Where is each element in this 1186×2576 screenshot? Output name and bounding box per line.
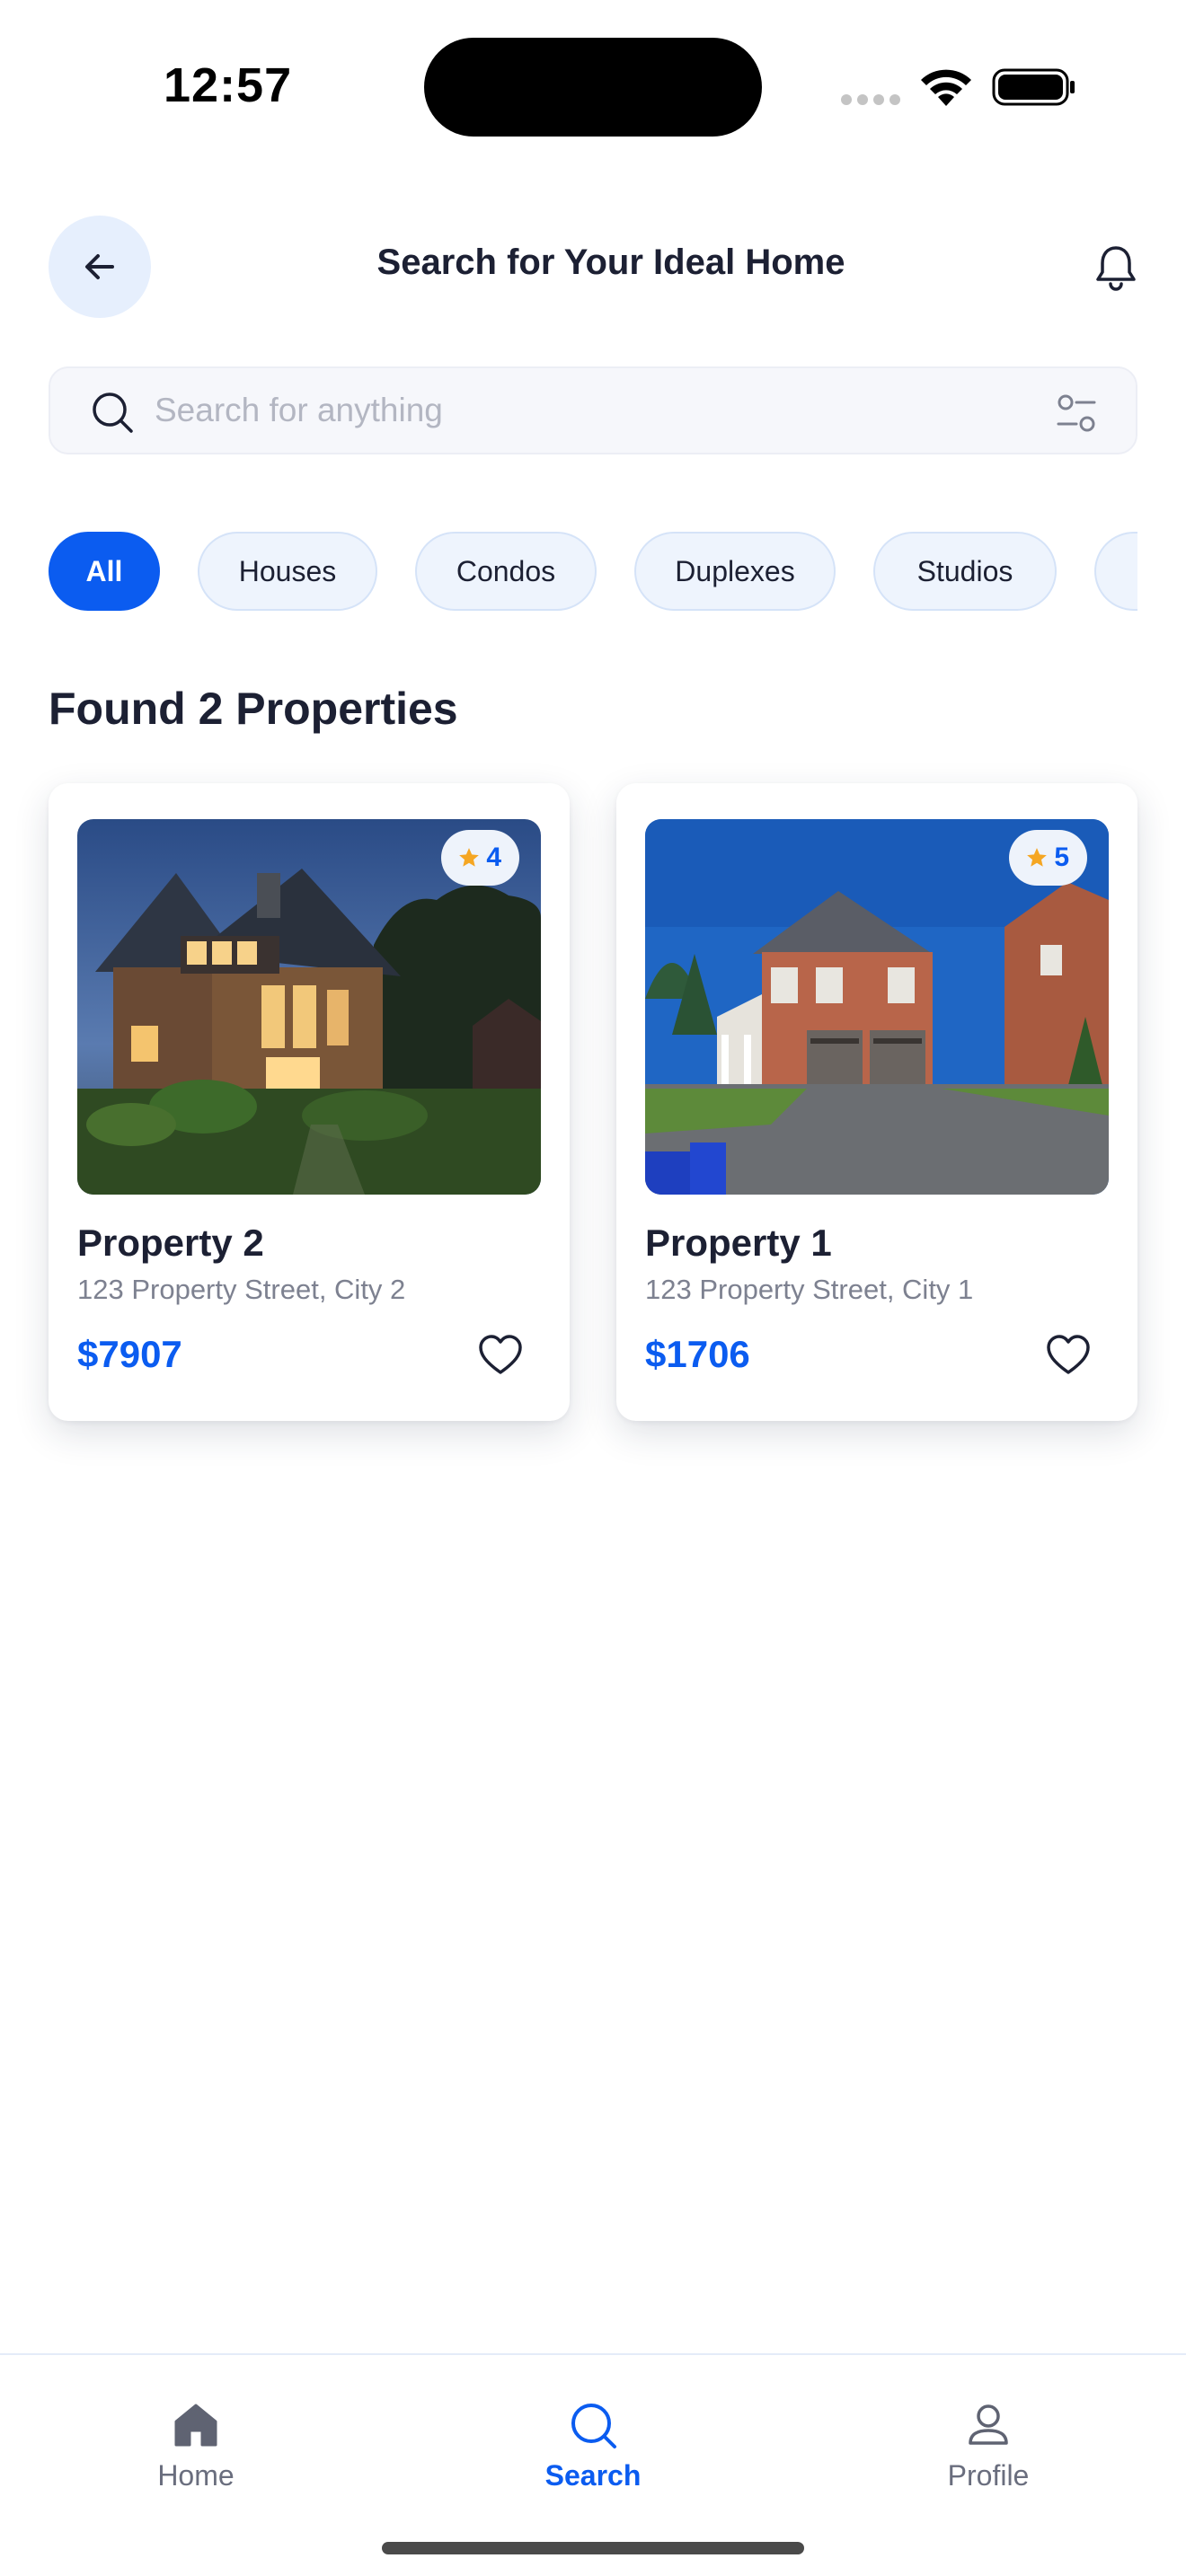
property-name: Property 1	[645, 1222, 832, 1264]
nav-home[interactable]: Home	[106, 2400, 286, 2517]
star-icon	[459, 848, 480, 867]
arrow-left-icon	[85, 254, 114, 279]
property-price: $1706	[645, 1333, 750, 1375]
property-image[interactable]: 4	[77, 819, 541, 1195]
wifi-icon	[921, 69, 971, 106]
property-address: 123 Property Street, City 1	[645, 1274, 974, 1305]
search-bar[interactable]	[49, 366, 1137, 454]
chip-houses[interactable]: Houses	[198, 532, 377, 611]
status-bar: 12:57	[0, 0, 1186, 171]
rating-value: 4	[486, 842, 501, 872]
chip-all[interactable]: All	[49, 532, 160, 611]
search-input[interactable]	[153, 381, 961, 440]
category-filter-chips: All Houses Condos Duplexes Studios V	[49, 532, 1137, 613]
search-icon	[571, 2404, 616, 2448]
property-price: $7907	[77, 1333, 182, 1375]
search-icon	[93, 393, 133, 433]
bell-icon	[1096, 246, 1136, 291]
nav-search-label: Search	[544, 2459, 642, 2492]
property-address: 123 Property Street, City 2	[77, 1274, 406, 1305]
chip-studios[interactable]: Studios	[873, 532, 1057, 611]
star-icon	[1027, 848, 1048, 867]
status-time: 12:57	[164, 58, 293, 112]
chip-duplexes[interactable]: Duplexes	[634, 532, 836, 611]
heart-icon[interactable]	[476, 1331, 525, 1380]
battery-icon	[992, 68, 1075, 106]
chip-condos[interactable]: Condos	[415, 532, 597, 611]
nav-profile[interactable]: Profile	[898, 2400, 1078, 2517]
back-button[interactable]	[49, 216, 151, 318]
filter-icon[interactable]	[1055, 392, 1098, 435]
results-heading: Found 2 Properties	[49, 684, 458, 734]
user-icon	[969, 2404, 1008, 2445]
home-icon	[174, 2404, 217, 2447]
nav-profile-label: Profile	[947, 2459, 1030, 2492]
property-image[interactable]: 5	[645, 819, 1109, 1195]
dynamic-island	[424, 38, 762, 137]
heart-icon[interactable]	[1044, 1331, 1093, 1380]
nav-home-label: Home	[157, 2459, 235, 2492]
property-card[interactable]: 4 Property 2 123 Property Street, City 2…	[49, 783, 570, 1421]
page-title: Search for Your Ideal Home	[376, 243, 845, 282]
cellular-signal-icon	[841, 94, 900, 105]
rating-badge: 4	[441, 830, 519, 886]
notifications-button[interactable]	[1089, 241, 1143, 295]
nav-search[interactable]: Search	[503, 2400, 683, 2517]
property-name: Property 2	[77, 1222, 264, 1264]
rating-value: 5	[1054, 842, 1069, 872]
rating-badge: 5	[1009, 830, 1087, 886]
home-indicator	[382, 2542, 804, 2554]
chip-partial[interactable]: V	[1094, 532, 1137, 611]
property-card[interactable]: 5 Property 1 123 Property Street, City 1…	[616, 783, 1137, 1421]
